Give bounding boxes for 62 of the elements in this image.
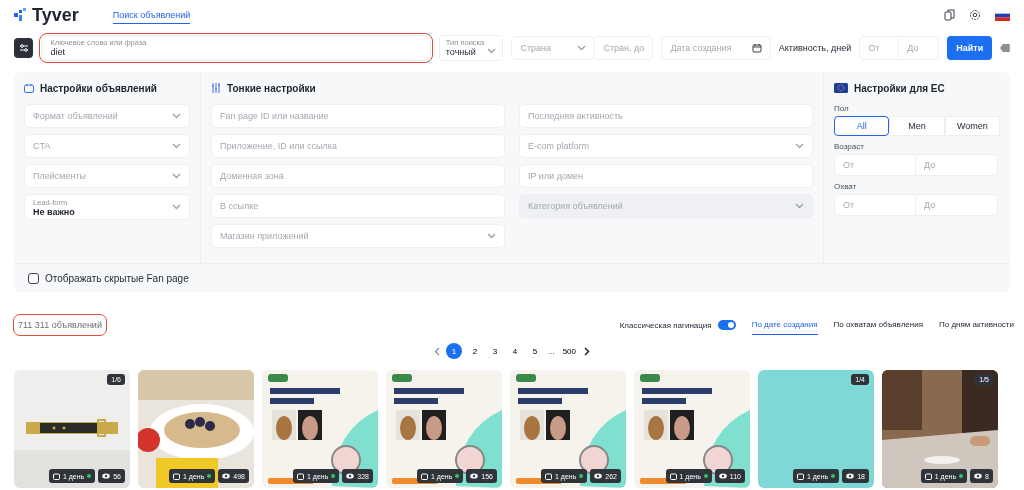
calendar-icon <box>751 43 762 53</box>
activity-label: Активность, дней <box>778 43 852 53</box>
calendar-icon <box>24 83 34 93</box>
text-field[interactable]: До <box>916 154 998 176</box>
field-label: Возраст <box>834 142 865 151</box>
flag-icon[interactable] <box>995 9 1010 21</box>
chevron-icon <box>172 173 181 179</box>
page-button[interactable]: 4 <box>508 344 522 358</box>
text-field[interactable]: От <box>834 194 916 216</box>
text-field[interactable]: До <box>899 36 940 60</box>
page-button[interactable]: 3 <box>488 344 502 358</box>
filter-button[interactable] <box>14 38 34 58</box>
text-field[interactable]: От <box>859 36 900 60</box>
chevron-icon <box>487 233 496 239</box>
toggle-label: Классическая пагинация <box>619 320 712 330</box>
text-field[interactable]: От <box>834 154 916 176</box>
chevron-icon <box>795 143 804 149</box>
sliders-icon <box>211 83 221 93</box>
section-title: Настройки для ЕС <box>834 80 1000 96</box>
text-field[interactable]: Стран, до <box>595 36 654 60</box>
sort-tab[interactable]: По дням активности <box>939 315 1014 335</box>
next-icon[interactable] <box>584 346 590 356</box>
toggle-switch[interactable] <box>717 320 736 330</box>
text-field[interactable]: До <box>916 194 998 216</box>
page-button[interactable]: 2 <box>468 344 482 358</box>
sort-tab[interactable]: По охватам объявления <box>833 315 923 335</box>
chevron-icon <box>487 48 497 54</box>
chevron-icon <box>172 113 181 119</box>
results-count: 711 311 объявлений <box>14 315 106 335</box>
gender-option[interactable]: Men <box>889 116 945 136</box>
sort-tab[interactable]: По дате создания <box>751 315 818 335</box>
ellipsis: ... <box>548 346 555 356</box>
page-button[interactable]: 5 <box>528 344 542 358</box>
settings-icon[interactable] <box>969 9 981 21</box>
field-label: Пол <box>834 104 850 113</box>
text-field[interactable]: Приложение, ID или ссылка <box>211 134 505 158</box>
text-field[interactable]: В ссылке <box>211 194 505 218</box>
section-title: Тонкие настройки <box>211 80 813 96</box>
logo: Tyver <box>14 4 79 26</box>
text-field[interactable]: Fan page ID или название <box>211 104 505 128</box>
page-button[interactable]: 1 <box>446 343 462 359</box>
chevron-icon <box>795 203 804 209</box>
gender-option[interactable]: All <box>834 116 890 136</box>
chevron-icon <box>172 204 181 210</box>
copy-icon[interactable] <box>944 9 955 21</box>
text-field[interactable]: Последняя активность <box>519 104 813 128</box>
text-field[interactable]: Доменная зона <box>211 164 505 188</box>
field-label: Охват <box>834 182 858 191</box>
clear-icon[interactable] <box>1000 44 1010 52</box>
text-field[interactable]: IP или домен <box>519 164 813 188</box>
section-title: Настройки объявлений <box>24 80 190 96</box>
search-button[interactable]: Найти <box>947 36 993 60</box>
checkbox-label: Отображать скрытые Fan page <box>45 272 189 284</box>
sliders-icon <box>18 43 29 53</box>
chevron-icon <box>172 143 181 149</box>
page-button[interactable]: 500 <box>560 344 578 358</box>
checkbox[interactable] <box>28 272 39 284</box>
nav-link[interactable]: Поиск объявлений <box>112 6 191 24</box>
previous-icon[interactable] <box>434 346 440 356</box>
gender-option[interactable]: Women <box>944 116 1000 136</box>
eu-flag-icon <box>834 83 848 93</box>
chevron-icon <box>577 45 587 51</box>
